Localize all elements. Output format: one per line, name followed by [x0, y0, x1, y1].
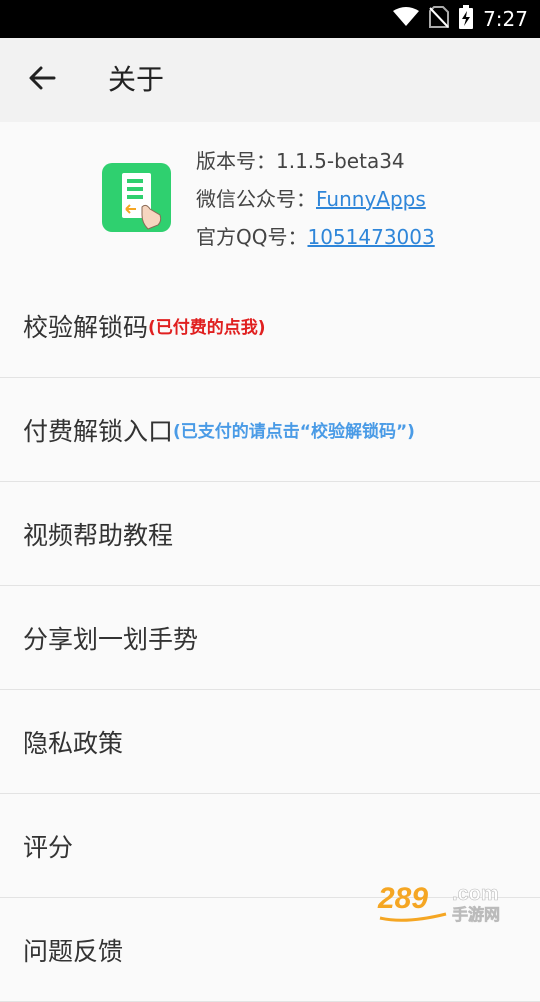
back-button[interactable]: [22, 60, 62, 100]
arrow-left-icon: [28, 64, 56, 96]
menu-item-label: 付费解锁入口: [23, 416, 174, 446]
menu-item-pay-unlock[interactable]: 付费解锁入口 (已支付的请点击“校验解锁码”): [0, 378, 540, 482]
svg-text:.com: .com: [452, 883, 499, 905]
wechat-row: 微信公众号：FunnyApps: [196, 184, 435, 222]
battery-charging-icon: [459, 5, 474, 33]
menu-item-label: 隐私政策: [23, 728, 124, 758]
no-sim-icon: [429, 6, 450, 32]
menu-item-label: 分享划一划手势: [23, 624, 199, 654]
qq-label: 官方QQ号：: [196, 225, 308, 249]
menu-item-verify-code[interactable]: 校验解锁码 (已付费的点我): [0, 274, 540, 378]
version-label: 版本号：: [196, 149, 276, 173]
menu-item-label: 评分: [23, 832, 74, 862]
version-row: 版本号：1.1.5-beta34: [196, 146, 435, 184]
menu-item-label: 视频帮助教程: [23, 520, 174, 550]
version-value: 1.1.5-beta34: [276, 149, 405, 173]
wechat-label: 微信公众号：: [196, 187, 316, 211]
app-info-lines: 版本号：1.1.5-beta34 微信公众号：FunnyApps 官方QQ号：1…: [196, 146, 435, 260]
svg-text:289: 289: [377, 882, 428, 915]
status-time: 7:27: [483, 7, 528, 31]
wechat-link[interactable]: FunnyApps: [316, 187, 426, 211]
status-bar: 7:27: [0, 0, 540, 38]
svg-text:手游网: 手游网: [452, 905, 500, 924]
qq-link[interactable]: 1051473003: [307, 225, 434, 249]
app-logo-icon: [102, 163, 171, 232]
status-icons: 7:27: [393, 0, 528, 38]
menu-item-note: (已支付的请点击“校验解锁码”): [173, 422, 415, 442]
qq-row: 官方QQ号：1051473003: [196, 222, 435, 260]
wifi-icon: [393, 7, 420, 31]
menu-item-note: (已付费的点我): [148, 318, 266, 338]
menu-item-privacy-policy[interactable]: 隐私政策: [0, 690, 540, 794]
menu-item-video-tutorial[interactable]: 视频帮助教程: [0, 482, 540, 586]
watermark-logo: 289 .com 手游网: [376, 878, 518, 926]
menu-item-label: 校验解锁码: [23, 312, 149, 342]
app-info-section: 版本号：1.1.5-beta34 微信公众号：FunnyApps 官方QQ号：1…: [0, 122, 540, 272]
menu-item-share[interactable]: 分享划一划手势: [0, 586, 540, 690]
app-bar: 关于: [0, 38, 540, 122]
menu-item-label: 问题反馈: [23, 936, 124, 966]
page-title: 关于: [108, 63, 165, 96]
